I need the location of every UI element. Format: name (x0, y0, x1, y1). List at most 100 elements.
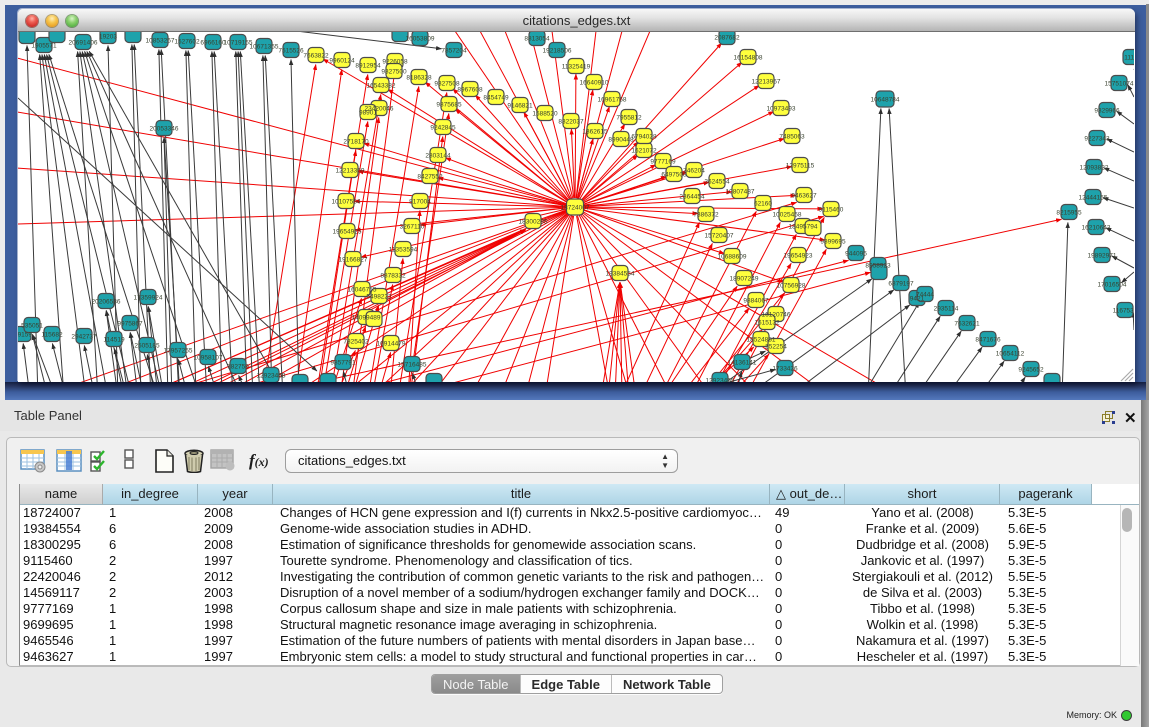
svg-text:10958107: 10958107 (194, 355, 223, 362)
svg-text:16640910: 16640910 (580, 80, 609, 87)
svg-text:9857791: 9857791 (330, 360, 356, 367)
svg-text:12213369: 12213369 (336, 168, 365, 175)
svg-text:10807487: 10807487 (726, 189, 755, 196)
svg-text:12975115: 12975115 (786, 163, 815, 170)
svg-text:10025458: 10025458 (773, 212, 802, 219)
svg-text:19218506: 19218506 (543, 48, 572, 55)
svg-text:20691406: 20691406 (69, 40, 98, 47)
svg-text:19203: 19203 (99, 34, 117, 41)
svg-text:17359924: 17359924 (134, 295, 163, 302)
svg-text:9960124: 9960124 (329, 58, 355, 65)
svg-text:16120746: 16120746 (762, 312, 791, 319)
svg-text:6966160: 6966160 (200, 40, 226, 47)
svg-text:1615132: 1615132 (754, 320, 780, 327)
svg-text:6879197: 6879197 (888, 281, 914, 288)
svg-text:7955812: 7955812 (616, 115, 642, 122)
svg-text:15751074: 15751074 (1105, 81, 1134, 88)
svg-text:9242845: 9242845 (430, 125, 456, 132)
svg-text:10688609: 10688609 (718, 254, 747, 261)
svg-text:3624554: 3624554 (704, 179, 730, 186)
svg-text:9463627: 9463627 (791, 193, 817, 200)
svg-text:2803144: 2803144 (425, 153, 451, 160)
svg-text:12093822: 12093822 (1080, 165, 1109, 172)
svg-text:9327500: 9327500 (381, 69, 407, 76)
svg-text:16914479: 16914479 (377, 341, 406, 348)
svg-text:39159: 39159 (18, 332, 32, 339)
svg-text:20053346: 20053346 (150, 126, 179, 133)
svg-text:2087682: 2087682 (714, 35, 740, 42)
svg-text:7485063: 7485063 (779, 134, 805, 141)
svg-text:2505185: 2505185 (134, 343, 160, 350)
svg-text:944095: 944095 (845, 251, 867, 258)
svg-text:9226058: 9226058 (382, 59, 408, 66)
svg-text:18724007: 18724007 (561, 205, 590, 212)
svg-text:20206536: 20206536 (92, 299, 121, 306)
svg-text:114519: 114519 (103, 337, 125, 344)
svg-text:2364454: 2364454 (679, 194, 705, 201)
svg-text:2718170: 2718170 (343, 139, 369, 146)
svg-text:9875685: 9875685 (436, 102, 462, 109)
svg-text:14136141: 14136141 (728, 360, 757, 367)
svg-text:8322037: 8322037 (558, 119, 584, 126)
svg-text:782759: 782759 (227, 364, 249, 371)
svg-text:62160: 62160 (754, 201, 772, 208)
svg-text:8215955: 8215955 (1056, 210, 1082, 217)
svg-text:7857204: 7857204 (441, 48, 467, 55)
svg-text:746204: 746204 (683, 168, 705, 175)
svg-text:16543382: 16543382 (367, 83, 396, 90)
svg-text:15716485: 15716485 (398, 362, 427, 369)
svg-text:6794028: 6794028 (631, 134, 657, 141)
svg-text:7663822: 7663822 (303, 53, 329, 60)
svg-text:9245652: 9245652 (1018, 367, 1044, 374)
svg-text:10654112: 10654112 (996, 351, 1025, 358)
svg-text:16210643: 16210643 (1082, 225, 1111, 232)
svg-text:8471676: 8471676 (975, 337, 1001, 344)
svg-text:9327508: 9327508 (434, 81, 460, 88)
svg-text:18300295: 18300295 (519, 219, 548, 226)
svg-text:7632621: 7632621 (954, 321, 980, 328)
svg-text:252254: 252254 (765, 344, 787, 351)
svg-text:19384554: 19384554 (606, 271, 635, 278)
svg-text:9777169: 9777169 (650, 159, 676, 166)
svg-text:10973493: 10973493 (767, 106, 796, 113)
svg-text:2935114: 2935114 (934, 306, 959, 313)
svg-text:9227343: 9227343 (1084, 136, 1110, 143)
svg-text:18907249: 18907249 (730, 276, 759, 283)
svg-text:98901: 98901 (359, 110, 377, 117)
svg-text:19166827: 19166827 (339, 257, 368, 264)
svg-text:2942737: 2942737 (71, 334, 97, 341)
svg-text:16046755: 16046755 (348, 287, 377, 294)
svg-text:115682: 115682 (41, 332, 63, 339)
svg-text:1527602: 1527602 (174, 39, 200, 46)
svg-text:7825402: 7825402 (343, 339, 369, 346)
svg-text:19654923: 19654923 (784, 253, 813, 260)
svg-text:5498222: 5498222 (366, 294, 392, 301)
svg-text:11353594: 11353594 (389, 247, 418, 254)
svg-text:12213967: 12213967 (752, 79, 781, 86)
svg-text:10719155: 10719155 (224, 40, 253, 47)
svg-text:8878332: 8878332 (380, 273, 406, 280)
svg-text:16961758: 16961758 (598, 97, 627, 104)
svg-text:14099489: 14099489 (352, 315, 381, 322)
svg-text:1588520: 1588520 (532, 111, 558, 118)
svg-text:8990448: 8990448 (608, 137, 634, 144)
svg-text:10671355: 10671355 (250, 44, 279, 51)
svg-text:1167533: 1167533 (1113, 308, 1134, 315)
svg-text:16154808: 16154808 (734, 55, 763, 62)
svg-text:9899695: 9899695 (820, 239, 846, 246)
svg-text:17957255: 17957255 (164, 348, 193, 355)
svg-text:7515526: 7515526 (278, 48, 304, 55)
svg-text:1112: 1112 (1124, 55, 1134, 62)
svg-text:11325419: 11325419 (562, 64, 591, 71)
svg-text:9115460: 9115460 (819, 207, 844, 214)
svg-text:18495794: 18495794 (789, 224, 818, 231)
svg-text:15720407: 15720407 (705, 233, 734, 240)
svg-text:8912954: 8912954 (355, 63, 381, 70)
svg-text:8958923: 8958923 (865, 263, 891, 270)
svg-text:18524851: 18524851 (747, 337, 776, 344)
svg-text:1621072: 1621072 (631, 148, 657, 155)
svg-text:10756928: 10756928 (777, 283, 806, 290)
svg-text:1733426: 1733426 (772, 366, 798, 373)
svg-text:10648784: 10648784 (871, 97, 900, 104)
svg-text:1362615: 1362615 (582, 129, 608, 136)
